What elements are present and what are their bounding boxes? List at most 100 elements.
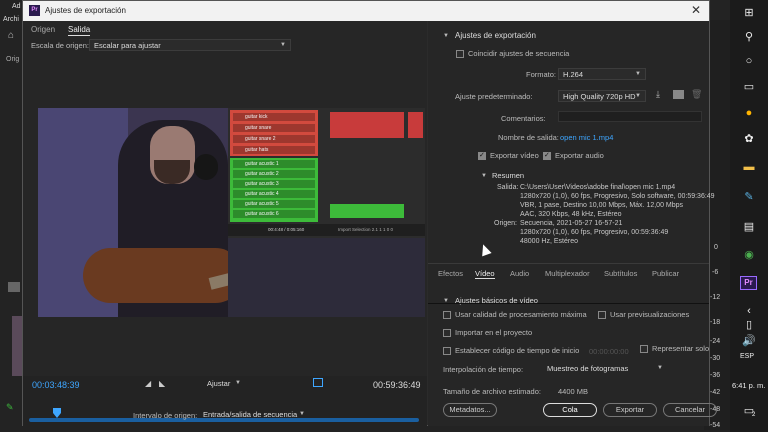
daw-clip-red (408, 112, 423, 138)
time-interpolation-dropdown[interactable]: Muestreo de fotogramas ▼ (543, 363, 667, 375)
meter-label: -24 (710, 338, 721, 345)
windows-start-icon[interactable]: ⊞ (742, 6, 756, 20)
max-quality-checkbox[interactable]: Usar calidad de procesamiento máxima (443, 310, 587, 320)
import-project-checkbox[interactable]: Importar en el proyecto (443, 328, 532, 338)
import-preset-icon[interactable] (673, 90, 684, 99)
delete-preset-icon[interactable]: 🗑 (691, 89, 702, 100)
playhead[interactable] (53, 408, 61, 418)
collapse-chevron-icon[interactable]: ▼ (481, 173, 487, 179)
dialog-titlebar[interactable]: Pr Ajustes de exportación ✕ (23, 1, 709, 21)
premiere-pro-icon[interactable]: Pr (740, 276, 757, 290)
daw-track: guitar acustic 4 (233, 190, 315, 198)
mark-out-icon[interactable]: ◣ (159, 379, 165, 388)
save-preset-icon[interactable]: ⤓ (656, 89, 660, 100)
summary-title: Resumen (492, 171, 525, 180)
alpha-only-checkbox[interactable]: Representar solo canal alfa (640, 344, 709, 354)
summary-source-line: Secuencia, 2021-05-27 16-57-21 (520, 220, 623, 227)
summary-source-line: 48000 Hz, Estéreo (520, 238, 578, 245)
zoom-fit-dropdown[interactable]: Ajustar ▼ (203, 378, 245, 390)
output-name-link[interactable]: open mic 1.mp4 (560, 133, 613, 142)
tab-efectos[interactable]: Efectos (438, 269, 463, 278)
daw-green-track-group: guitar acustic 1 guitar acustic 2 guitar… (230, 158, 318, 222)
chrome-canary-icon[interactable]: ● (742, 106, 756, 120)
cortana-icon[interactable]: ○ (742, 54, 756, 68)
zoom-fit-value: Ajustar (207, 379, 231, 388)
chevron-down-icon: ▼ (280, 42, 286, 48)
daw-track: guitar acustic 5 (233, 200, 315, 208)
app-icon[interactable]: ✿ (742, 132, 756, 146)
meter-label: -6 (712, 269, 719, 276)
notification-count: 2 (752, 412, 756, 418)
background-app-menu: Archi (3, 16, 19, 23)
match-sequence-label: Coincidir ajustes de secuencia (468, 49, 570, 58)
match-sequence-checkbox[interactable]: Coincidir ajustes de secuencia (456, 49, 570, 59)
cancel-button[interactable]: Cancelar (663, 403, 717, 417)
preview-panel: Origen Salida Escala de origen: Escalar … (23, 21, 427, 426)
alpha-only-label: Representar solo canal alfa (652, 344, 709, 353)
background-folder-icon[interactable] (8, 282, 20, 292)
daw-clip-green (330, 204, 404, 218)
tab-salida[interactable]: Salida (68, 25, 91, 36)
collapse-chevron-icon[interactable]: ▼ (443, 33, 449, 39)
network-icon[interactable]: ▯ (742, 318, 756, 332)
file-explorer-icon[interactable]: ▬ (742, 160, 756, 174)
metadata-button[interactable]: Metadatos... (443, 403, 497, 417)
daw-track: guitar snare (233, 124, 315, 132)
pen-icon[interactable]: ✎ (6, 402, 14, 413)
chevron-up-icon[interactable]: ‹ (742, 304, 756, 318)
language-indicator[interactable]: ESP (740, 353, 754, 360)
queue-button[interactable]: Cola (543, 403, 597, 417)
export-button[interactable]: Exportar (603, 403, 657, 417)
volume-icon[interactable]: 🔊 (742, 334, 756, 348)
export-audio-checkbox[interactable]: Exportar audio (543, 151, 604, 161)
tab-audio[interactable]: Audio (510, 269, 529, 278)
preview-room-floor (228, 238, 425, 317)
daw-track: guitar acustic 1 (233, 160, 315, 168)
home-icon[interactable]: ⌂ (8, 30, 20, 42)
paint-icon[interactable]: ✎ (742, 190, 756, 204)
start-timecode-input[interactable]: 00:00:00:00 (589, 347, 629, 356)
windows-taskbar: ⊞ ⚲ ○ ▭ ● ✿ ▬ ✎ ▤ ◉ Pr ‹ ▯ 🔊 ESP 6:41 p.… (730, 0, 768, 432)
tab-video[interactable]: Vídeo (475, 269, 495, 279)
app-icon[interactable]: ▤ (742, 220, 756, 234)
estimated-filesize-label: Tamaño de archivo estimado: (443, 387, 541, 396)
mark-in-icon[interactable]: ◢ (145, 379, 151, 388)
chrome-icon[interactable]: ◉ (742, 248, 756, 262)
export-video-label: Exportar vídeo (490, 151, 539, 160)
background-thumbnail[interactable] (12, 316, 22, 376)
tab-multiplexador[interactable]: Multiplexador (545, 269, 590, 278)
tab-subtitulos[interactable]: Subtítulos (604, 269, 637, 278)
daw-track: guitar acustic 3 (233, 180, 315, 188)
meter-label: -18 (710, 319, 721, 326)
export-settings-panel: ▼ Ajustes de exportación Coincidir ajust… (428, 21, 717, 426)
tab-origen[interactable]: Origen (31, 25, 55, 34)
comments-label: Comentarios: (501, 114, 546, 123)
chevron-down-icon: ▼ (635, 93, 641, 99)
task-view-icon[interactable]: ▭ (742, 80, 756, 94)
comments-input[interactable] (558, 111, 702, 122)
premiere-app-icon: Pr (29, 5, 40, 16)
safe-margins-icon[interactable] (313, 378, 323, 387)
clock[interactable]: 6:41 p. m. (732, 381, 765, 390)
source-range-dropdown[interactable]: Entrada/salida de secuencia ▼ (199, 409, 309, 421)
search-icon[interactable]: ⚲ (742, 30, 756, 44)
close-icon[interactable]: ✕ (691, 3, 701, 17)
meter-label: -36 (710, 372, 721, 379)
end-timecode: 00:59:36:49 (373, 380, 421, 390)
background-origin-tab[interactable]: Orig (6, 56, 19, 63)
export-video-checkbox[interactable]: Exportar vídeo (478, 151, 539, 161)
format-dropdown[interactable]: H.264 ▼ (558, 68, 646, 80)
summary-output-label: Salida: (497, 184, 519, 191)
current-timecode[interactable]: 00:03:48:39 (32, 380, 80, 390)
source-scale-dropdown[interactable]: Escalar para ajustar ▼ (89, 39, 291, 51)
use-previews-checkbox[interactable]: Usar previsualizaciones (598, 310, 689, 320)
preset-label: Ajuste predeterminado: (455, 92, 533, 101)
source-scale-value: Escalar para ajustar (94, 41, 161, 50)
export-audio-label: Exportar audio (555, 151, 604, 160)
tab-publicar[interactable]: Publicar (652, 269, 679, 278)
preset-dropdown[interactable]: High Quality 720p HD ▼ (558, 90, 646, 102)
source-range-value: Entrada/salida de secuencia (203, 410, 298, 419)
time-interpolation-value: Muestreo de fotogramas (547, 364, 629, 373)
source-range-label: Intervalo de origen: (133, 411, 198, 420)
set-timecode-checkbox[interactable]: Establecer código de tiempo de inicio (443, 346, 579, 356)
